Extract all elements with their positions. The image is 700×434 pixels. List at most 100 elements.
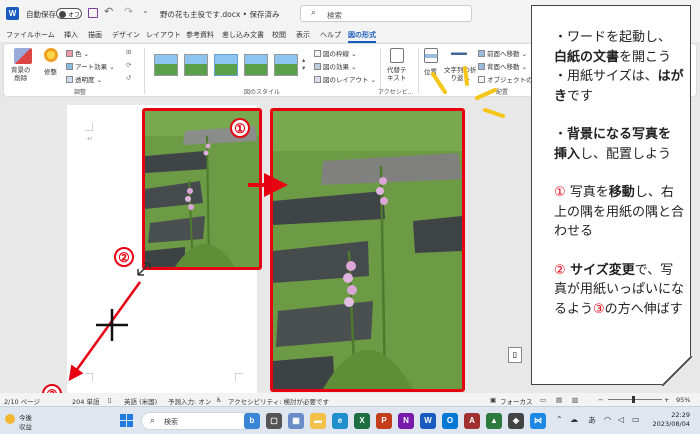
edge-icon[interactable]: e <box>332 413 348 429</box>
volume-icon[interactable]: ◁ <box>618 415 624 424</box>
tab-help[interactable]: ヘルプ <box>320 30 341 40</box>
quick-access-more-icon[interactable]: ⌄ <box>142 6 149 15</box>
tab-view[interactable]: 表示 <box>296 30 310 40</box>
language[interactable]: 英語 (米国) <box>124 396 157 406</box>
ribbon-separator <box>418 48 419 94</box>
effects-icon <box>314 63 321 70</box>
wifi-icon[interactable]: ◠ <box>604 415 611 424</box>
file-explorer-icon[interactable]: ▬ <box>310 413 326 429</box>
style-thumb-1[interactable] <box>154 54 178 76</box>
battery-icon[interactable]: ▭ <box>632 415 640 424</box>
zoom-slider[interactable] <box>608 399 662 400</box>
taskbar: 今後 収益 ⌕ 検索 b ▢ ▦ ▬ e X P N W O A ▲ ◈ ⋈ ⌃… <box>0 406 700 434</box>
task-view-icon[interactable]: ▢ <box>266 413 282 429</box>
start-icon[interactable] <box>120 414 134 428</box>
autosave-toggle[interactable]: オフ <box>56 8 82 19</box>
read-mode-icon[interactable]: ▭ <box>540 396 546 404</box>
remove-background-button[interactable]: 背景の 削除 <box>11 66 31 82</box>
outlook-icon[interactable]: O <box>442 413 458 429</box>
picture-effects-button[interactable]: 図の効果 ⌄ <box>314 61 357 71</box>
excel-icon[interactable]: X <box>354 413 370 429</box>
style-thumb-5[interactable] <box>274 54 298 76</box>
vscode-icon[interactable]: ⋈ <box>530 413 546 429</box>
clock-date: 2023/08/04 <box>652 420 690 428</box>
step-badge-1: ① <box>230 118 250 138</box>
word-taskbar-icon[interactable]: W <box>420 413 436 429</box>
autosave-state: オフ <box>68 12 81 19</box>
widgets-icon[interactable]: ▦ <box>288 413 304 429</box>
bring-forward-button[interactable]: 前面へ移動 ⌄ <box>478 48 527 58</box>
tab-mailings[interactable]: 差し込み文書 <box>222 30 264 40</box>
proofing-icon[interactable]: ▯ <box>108 396 112 404</box>
transparency-label: 透明度 <box>75 76 95 84</box>
toggle-knob <box>59 10 66 18</box>
tray-overflow-icon[interactable]: ⌃ <box>556 415 563 424</box>
remove-background-icon <box>14 48 32 64</box>
tab-draw[interactable]: 描画 <box>88 30 102 40</box>
change-picture-icon[interactable]: ⟳ <box>126 61 131 69</box>
bing-icon[interactable]: b <box>244 413 260 429</box>
tab-review[interactable]: 校閲 <box>272 30 286 40</box>
print-layout-icon[interactable]: ▤ <box>556 396 562 404</box>
instruction-step-1: ・ワードを起動し、白紙の文書を開こう ・用紙サイズは、はがきです <box>554 30 684 104</box>
style-thumb-2[interactable] <box>184 54 208 76</box>
page-curl <box>662 356 692 386</box>
artistic-effects-button[interactable]: アート効果 ⌄ <box>66 61 115 71</box>
border-label: 図の枠線 <box>323 50 349 58</box>
accessibility-status[interactable]: アクセシビリティ: 検討が必要です <box>228 396 329 406</box>
alt-text-button[interactable]: 代替テ キスト <box>387 66 407 82</box>
tab-layout[interactable]: レイアウト <box>146 30 181 40</box>
word-count[interactable]: 204 単語 <box>72 396 99 406</box>
web-layout-icon[interactable]: ▥ <box>572 396 578 404</box>
document-title[interactable]: 野の花も主役です.docx • 保存済み <box>160 9 280 20</box>
focus-mode[interactable]: フォーカス <box>500 396 533 406</box>
bring-forward-icon <box>478 50 485 57</box>
layout-label: 図のレイアウト <box>323 76 369 84</box>
tab-file[interactable]: ファイル <box>6 30 34 40</box>
picture-layout-button[interactable]: 図のレイアウト ⌄ <box>314 74 376 84</box>
clock[interactable]: 22:29 2023/08/04 <box>646 411 690 429</box>
predictive-input[interactable]: 予測入力: オン <box>168 396 211 406</box>
zoom-slider-thumb[interactable] <box>632 396 635 403</box>
zoom-out-icon[interactable]: − <box>598 396 603 404</box>
zoom-in-icon[interactable]: + <box>664 396 669 404</box>
transparency-button[interactable]: 透明度 ⌄ <box>66 74 102 84</box>
search-icon: ⌕ <box>311 8 317 18</box>
compress-icon[interactable]: ⊞ <box>126 48 131 56</box>
app-icon-green[interactable]: ▲ <box>486 413 502 429</box>
style-thumb-3[interactable] <box>214 54 238 76</box>
access-icon[interactable]: A <box>464 413 480 429</box>
color-label: 色 <box>75 50 82 58</box>
status-bar: 2/10 ページ 204 単語 ▯ 英語 (米国) 予測入力: オン ♿ アクセ… <box>0 393 700 406</box>
ime-mode[interactable]: あ <box>588 415 596 426</box>
reset-picture-icon[interactable]: ↺ <box>126 74 131 82</box>
corrections-button[interactable]: 修整 <box>44 66 57 76</box>
redo-icon[interactable]: ↷ <box>124 5 133 18</box>
page-count[interactable]: 2/10 ページ <box>4 396 40 406</box>
group-styles-label: 図のスタイル <box>244 89 281 96</box>
resize-arrow <box>68 281 142 382</box>
effects-label: 図の効果 <box>323 63 349 71</box>
app-icon-dark[interactable]: ◈ <box>508 413 524 429</box>
layout-options-icon[interactable]: ▯ <box>508 347 522 363</box>
onenote-icon[interactable]: N <box>398 413 414 429</box>
undo-icon[interactable]: ↶ <box>104 5 113 18</box>
powerpoint-icon[interactable]: P <box>376 413 392 429</box>
onedrive-icon[interactable]: ☁ <box>570 415 578 424</box>
accessibility-icon: ♿ <box>216 396 222 404</box>
tab-design[interactable]: デザイン <box>112 30 140 40</box>
picture-border-button[interactable]: 図の枠線 ⌄ <box>314 48 357 58</box>
taskbar-search[interactable]: ⌕ 検索 <box>141 412 257 430</box>
tab-references[interactable]: 参考資料 <box>186 30 214 40</box>
color-button[interactable]: 色 ⌄ <box>66 48 89 58</box>
tab-picture-format[interactable]: 図の形式 <box>348 30 376 43</box>
artistic-effects-label: アート効果 <box>75 63 108 71</box>
zoom-level[interactable]: 95% <box>676 396 690 404</box>
gallery-scroll-icon[interactable]: ▴ ▾ <box>302 56 305 72</box>
resize-cursor-icon <box>137 262 151 276</box>
search-box[interactable]: ⌕ 検索 <box>300 5 472 22</box>
save-icon[interactable] <box>88 8 98 18</box>
tab-home[interactable]: ホーム <box>34 30 55 40</box>
style-thumb-4[interactable] <box>244 54 268 76</box>
tab-insert[interactable]: 挿入 <box>64 30 78 40</box>
